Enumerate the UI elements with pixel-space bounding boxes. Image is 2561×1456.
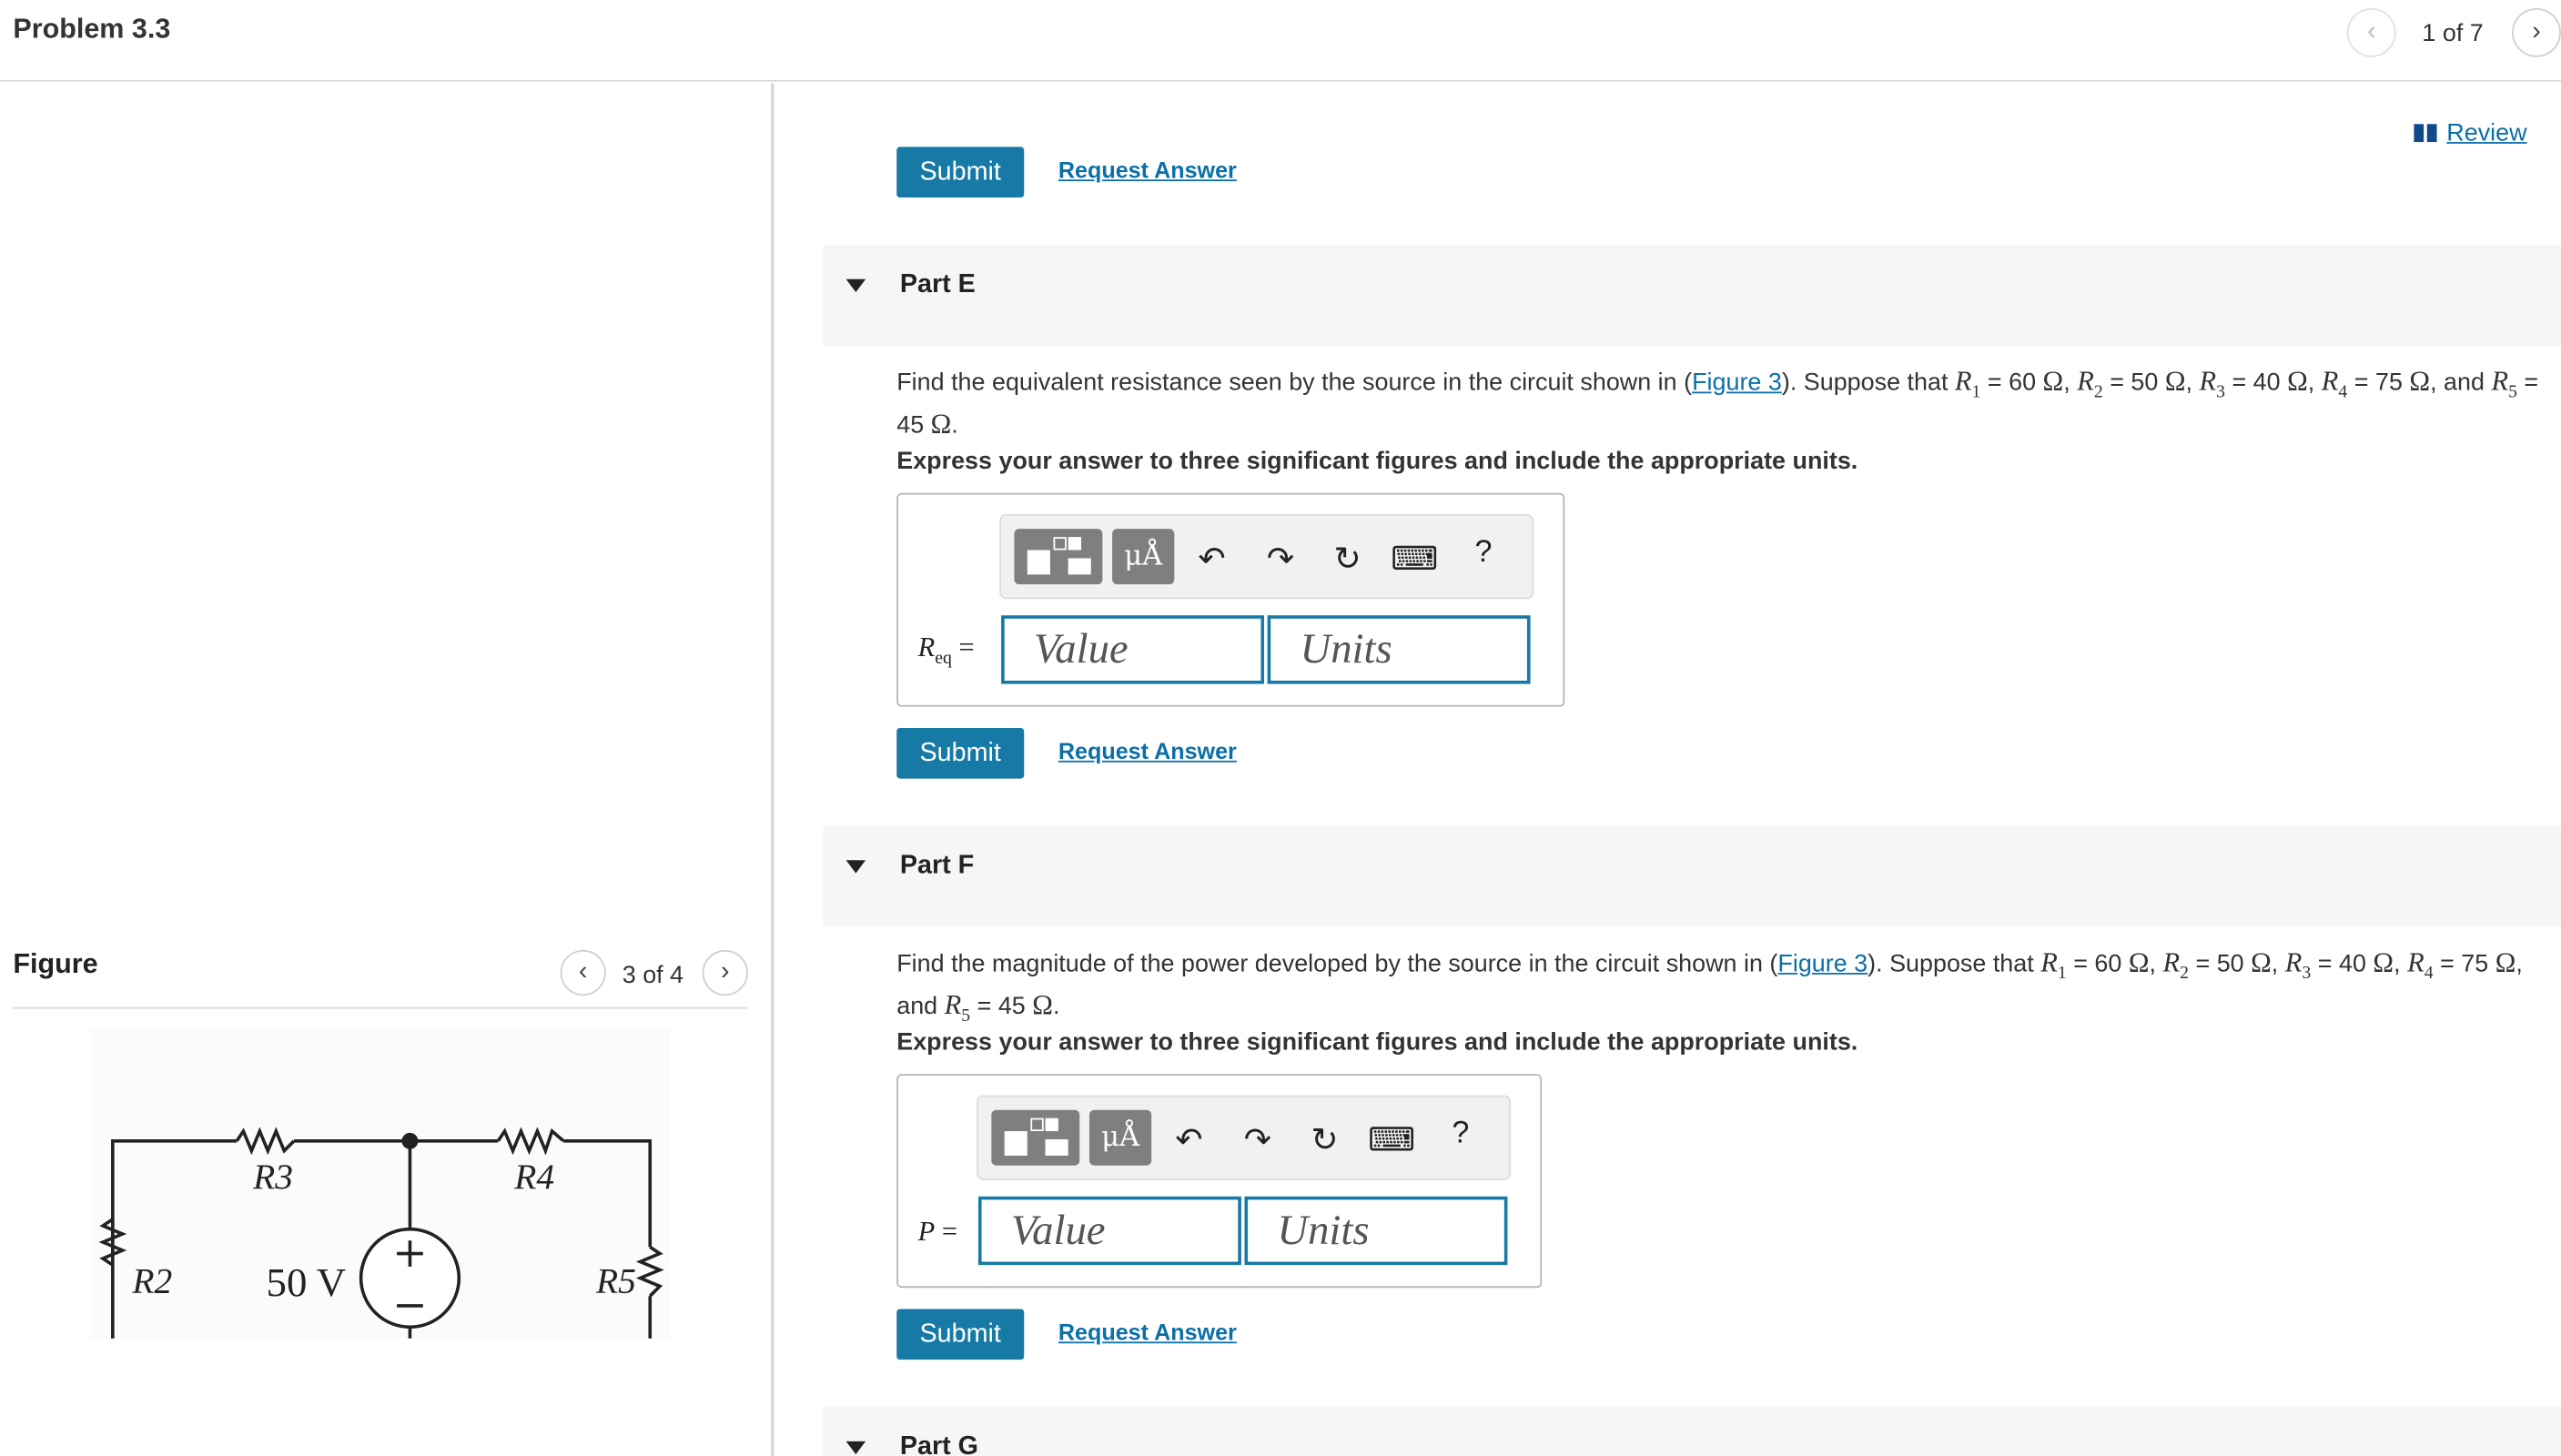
templates-icon[interactable]: [991, 1109, 1080, 1166]
undo-icon[interactable]: ↶: [1166, 1117, 1211, 1162]
part-e-label: Part E: [899, 270, 976, 299]
part-e-request-answer-link[interactable]: Request Answer: [1058, 738, 1237, 764]
part-e-submit-button[interactable]: Submit: [896, 727, 1025, 779]
chevron-left-icon: ‹: [578, 957, 588, 986]
figure-3-link[interactable]: Figure 3: [1777, 950, 1868, 977]
help-icon[interactable]: ?: [1452, 1117, 1469, 1152]
equation-toolbar: μÅ ↶ ↷ ↻ ⌨ ?: [977, 1095, 1512, 1180]
figure-divider: [13, 1006, 748, 1009]
redo-icon[interactable]: ↷: [1235, 1117, 1280, 1162]
chevron-left-icon: ‹: [2366, 17, 2376, 46]
part-e-answer-box: μÅ ↶ ↷ ↻ ⌨ ? Req = Value Units: [896, 492, 1565, 707]
units-icon[interactable]: μÅ: [1112, 529, 1175, 585]
part-f-label: Part F: [899, 852, 975, 880]
reset-icon[interactable]: ↻: [1301, 1117, 1347, 1162]
part-f-instruction: Express your answer to three significant…: [896, 1028, 1858, 1057]
next-problem-button[interactable]: ›: [2512, 7, 2561, 57]
p-label: P =: [917, 1216, 958, 1248]
chevron-right-icon: ›: [2532, 17, 2541, 46]
review-link[interactable]: Review: [2414, 118, 2527, 147]
figure-count: 3 of 4: [622, 961, 684, 989]
book-icon: [2414, 124, 2437, 143]
keyboard-icon[interactable]: ⌨: [1368, 1117, 1415, 1162]
part-f-submit-button[interactable]: Submit: [896, 1309, 1025, 1360]
part-f-answer-box: μÅ ↶ ↷ ↻ ⌨ ? P = Value Units: [896, 1074, 1543, 1289]
label-source-voltage: 50 V: [267, 1259, 347, 1305]
collapse-triangle-icon: [845, 1441, 866, 1455]
prev-problem-button[interactable]: ‹: [2346, 7, 2396, 57]
review-label: Review: [2446, 118, 2527, 147]
units-input[interactable]: Units: [1244, 1196, 1508, 1266]
figure-title: Figure: [13, 948, 98, 980]
node-top: [401, 1132, 419, 1149]
prev-figure-button[interactable]: ‹: [560, 949, 606, 996]
part-f-request-answer-link[interactable]: Request Answer: [1058, 1319, 1237, 1345]
collapse-triangle-icon: [845, 278, 866, 293]
value-input[interactable]: Value: [977, 1196, 1241, 1266]
part-e-question: Find the equivalent resistance seen by t…: [896, 365, 2539, 440]
circuit-figure: R3 R4 R2 R5 R1 50 V: [89, 1028, 670, 1413]
top-bar: Problem 3.3 ‹ 1 of 7 ›: [0, 0, 2561, 82]
part-f-question: Find the magnitude of the power develope…: [896, 946, 2523, 1026]
part-g-header[interactable]: [823, 1407, 2561, 1456]
circuit-diagram: R3 R4 R2 R5 R1 50 V: [98, 1127, 664, 1413]
source-circle: [359, 1227, 461, 1330]
units-input[interactable]: Units: [1267, 615, 1531, 684]
part-e-instruction: Express your answer to three significant…: [896, 447, 1858, 475]
value-input[interactable]: Value: [1001, 615, 1265, 684]
next-figure-button[interactable]: ›: [702, 949, 748, 996]
chevron-right-icon: ›: [721, 957, 730, 986]
collapse-triangle-icon: [845, 860, 866, 874]
figure-3-link[interactable]: Figure 3: [1692, 369, 1782, 396]
request-answer-link[interactable]: Request Answer: [1058, 157, 1237, 183]
part-e-header[interactable]: Part E: [823, 245, 2561, 347]
part-g-label: Part G: [899, 1432, 978, 1456]
reset-icon[interactable]: ↻: [1324, 535, 1370, 581]
label-r5: R5: [595, 1261, 636, 1301]
templates-icon[interactable]: [1014, 529, 1103, 585]
units-icon[interactable]: μÅ: [1088, 1109, 1152, 1166]
redo-icon[interactable]: ↷: [1258, 535, 1303, 581]
keyboard-icon[interactable]: ⌨: [1391, 535, 1438, 581]
label-r3: R3: [252, 1157, 293, 1197]
label-r4: R4: [513, 1157, 554, 1197]
undo-icon[interactable]: ↶: [1189, 535, 1234, 581]
req-label: Req =: [917, 632, 975, 669]
equation-toolbar: μÅ ↶ ↷ ↻ ⌨ ?: [999, 514, 1534, 600]
label-r2: R2: [131, 1261, 172, 1301]
problem-title: Problem 3.3: [13, 13, 171, 45]
submit-button[interactable]: Submit: [896, 147, 1025, 198]
problem-page-count: 1 of 7: [2422, 19, 2484, 48]
part-f-header[interactable]: Part F: [823, 825, 2561, 927]
help-icon[interactable]: ?: [1475, 535, 1493, 571]
